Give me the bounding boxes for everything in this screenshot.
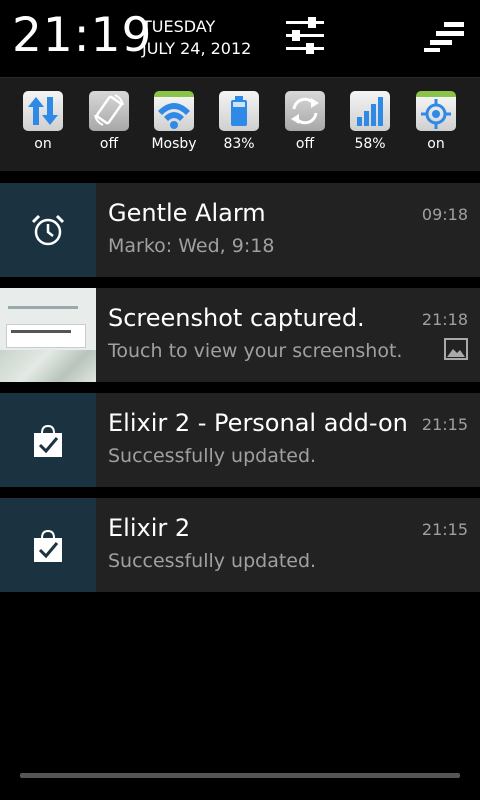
alarm-clock-icon [31, 214, 65, 246]
toggle-gps-label: on [427, 136, 445, 152]
notification-title: Screenshot captured. [108, 304, 365, 332]
notification-thumb [0, 183, 96, 277]
shopping-bag-check-icon [34, 529, 62, 562]
toggle-signal-label: 58% [354, 136, 386, 152]
shopping-bag-check-icon [34, 424, 62, 457]
image-icon [444, 338, 468, 360]
toggle-gps[interactable]: on [405, 91, 467, 161]
notification-thumb [0, 393, 96, 487]
notification-title: Elixir 2 [108, 514, 191, 542]
auto-rotate-icon [89, 91, 129, 131]
gps-icon [416, 91, 456, 131]
toggle-signal[interactable]: 58% [339, 91, 401, 161]
notification-time: 21:15 [421, 520, 468, 539]
toggle-sync[interactable]: off [274, 91, 336, 161]
notification-header: 21:19 TUESDAY JULY 24, 2012 [0, 0, 480, 76]
date-block: TUESDAY JULY 24, 2012 [142, 16, 251, 60]
notification-time: 09:18 [421, 205, 468, 224]
sync-icon [285, 91, 325, 131]
signal-icon [350, 91, 390, 131]
notification-time: 21:15 [421, 415, 468, 434]
toggle-sync-label: off [295, 136, 315, 152]
clock: 21:19 [12, 8, 153, 63]
screenshot-thumbnail [0, 288, 96, 382]
quick-settings-bar: on off Mosby 83% off 58% on [0, 77, 480, 171]
notification-elixir[interactable]: Elixir 2 Successfully updated. 21:15 [0, 498, 480, 592]
settings-button[interactable] [284, 16, 326, 56]
clear-all-button[interactable] [422, 20, 466, 54]
notification-subtitle: Successfully updated. [108, 550, 317, 572]
notification-subtitle: Touch to view your screenshot. [108, 340, 403, 362]
day-label: TUESDAY [142, 17, 216, 36]
notification-elixir-addon[interactable]: Elixir 2 - Personal add-on Successfully … [0, 393, 480, 487]
toggle-wifi-label: Mosby [151, 136, 197, 152]
toggle-data-label: on [34, 136, 52, 152]
toggle-data[interactable]: on [12, 91, 74, 161]
notification-title: Elixir 2 - Personal add-on [108, 409, 408, 437]
wifi-icon [154, 91, 194, 131]
toggle-rotate[interactable]: off [78, 91, 140, 161]
sliders-icon [286, 17, 324, 54]
toggle-rotate-label: off [99, 136, 119, 152]
shade-drag-handle[interactable] [20, 773, 460, 778]
toggle-battery-label: 83% [223, 136, 255, 152]
notification-subtitle: Marko: Wed, 9:18 [108, 235, 275, 257]
battery-icon [219, 91, 259, 131]
notification-screenshot[interactable]: Screenshot captured. Touch to view your … [0, 288, 480, 382]
toggle-wifi[interactable]: Mosby [143, 91, 205, 161]
notification-subtitle: Successfully updated. [108, 445, 317, 467]
data-transfer-icon [23, 91, 63, 131]
notification-thumb [0, 498, 96, 592]
date-label: JULY 24, 2012 [142, 39, 252, 58]
toggle-battery[interactable]: 83% [208, 91, 270, 161]
notification-time: 21:18 [421, 310, 468, 329]
notification-title: Gentle Alarm [108, 199, 266, 227]
clear-notifications-icon [424, 22, 464, 52]
notification-gentle-alarm[interactable]: Gentle Alarm Marko: Wed, 9:18 09:18 [0, 183, 480, 277]
